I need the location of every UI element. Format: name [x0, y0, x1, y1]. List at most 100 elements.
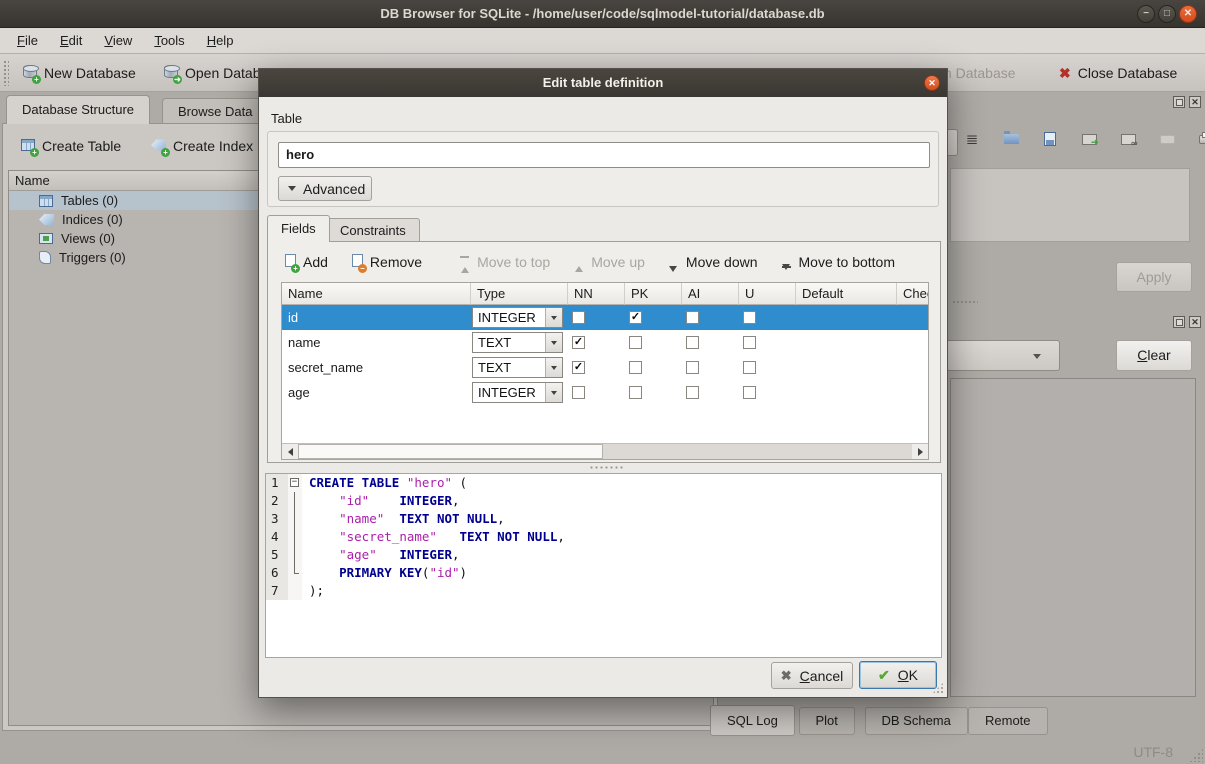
- new-database-button[interactable]: + New Database: [14, 58, 145, 88]
- dialog-close-button[interactable]: ✕: [924, 75, 940, 91]
- dock-close-icon[interactable]: ✕: [1189, 316, 1201, 328]
- toolbar-drag-handle[interactable]: [3, 60, 9, 86]
- field-name[interactable]: id: [282, 305, 471, 330]
- column-header-u[interactable]: U: [739, 283, 796, 305]
- check-cell[interactable]: [897, 330, 929, 355]
- u-checkbox[interactable]: [743, 336, 756, 349]
- ai-checkbox[interactable]: [686, 386, 699, 399]
- scroll-right-icon[interactable]: [912, 444, 928, 459]
- default-cell[interactable]: [796, 330, 897, 355]
- menu-view[interactable]: View: [93, 28, 143, 53]
- field-name[interactable]: secret_name: [282, 355, 471, 380]
- pk-checkbox[interactable]: [629, 336, 642, 349]
- move-to-bottom-button[interactable]: Move to bottom: [775, 254, 903, 270]
- chevron-down-icon[interactable]: [545, 308, 562, 327]
- field-row-secret_name[interactable]: secret_nameTEXT ✓: [282, 355, 928, 380]
- add-field-button[interactable]: + Add: [278, 254, 335, 270]
- fold-marker-icon[interactable]: −: [290, 478, 299, 487]
- field-name[interactable]: age: [282, 380, 471, 405]
- field-row-id[interactable]: idINTEGER ✓: [282, 305, 928, 330]
- column-header-ai[interactable]: AI: [682, 283, 739, 305]
- chevron-down-icon[interactable]: [545, 383, 562, 402]
- field-name[interactable]: name: [282, 330, 471, 355]
- scroll-left-icon[interactable]: [282, 444, 298, 459]
- close-database-button[interactable]: ✖ Close Database: [1050, 58, 1186, 88]
- pk-checkbox[interactable]: [629, 361, 642, 374]
- table-name-input[interactable]: hero: [278, 142, 930, 168]
- tab-browse-data[interactable]: Browse Data: [162, 98, 268, 124]
- remove-field-button[interactable]: − Remove: [345, 254, 429, 270]
- maximize-button[interactable]: □: [1158, 5, 1176, 23]
- bottom-tab-remote[interactable]: Remote: [968, 707, 1048, 735]
- nn-checkbox[interactable]: [572, 386, 585, 399]
- type-combobox[interactable]: INTEGER: [472, 307, 563, 328]
- type-combobox[interactable]: TEXT: [472, 332, 563, 353]
- sql-preview[interactable]: 1−CREATE TABLE "hero" (2 "id" INTEGER,3 …: [265, 473, 942, 658]
- column-header-name[interactable]: Name: [282, 283, 471, 305]
- dock-float-icon[interactable]: [1173, 316, 1185, 328]
- default-cell[interactable]: [796, 305, 897, 330]
- fields-grid-hscrollbar[interactable]: [282, 443, 928, 459]
- tab-constraints[interactable]: Constraints: [326, 218, 420, 242]
- ai-checkbox[interactable]: [686, 336, 699, 349]
- print-icon[interactable]: [1197, 130, 1205, 148]
- menu-file[interactable]: File: [6, 28, 49, 53]
- nn-checkbox[interactable]: [572, 311, 585, 324]
- pk-checkbox[interactable]: [629, 386, 642, 399]
- tab-database-structure[interactable]: Database Structure: [6, 95, 150, 124]
- bottom-tab-db-schema[interactable]: DB Schema: [865, 707, 968, 735]
- nn-checkbox[interactable]: ✓: [572, 336, 585, 349]
- check-cell[interactable]: [897, 380, 929, 405]
- create-table-button[interactable]: + Create Table: [13, 133, 129, 159]
- pk-checkbox[interactable]: ✓: [629, 311, 642, 324]
- u-checkbox[interactable]: [743, 386, 756, 399]
- u-checkbox[interactable]: [743, 311, 756, 324]
- dialog-splitter-handle[interactable]: [589, 465, 623, 470]
- bottom-tab-plot[interactable]: Plot: [799, 707, 855, 735]
- chevron-down-icon[interactable]: [545, 358, 562, 377]
- menu-help[interactable]: Help: [196, 28, 245, 53]
- field-row-age[interactable]: ageINTEGER: [282, 380, 928, 405]
- column-header-check[interactable]: Check: [897, 283, 929, 305]
- advanced-toggle-button[interactable]: Advanced: [278, 176, 372, 201]
- field-row-name[interactable]: nameTEXT ✓: [282, 330, 928, 355]
- type-combobox[interactable]: INTEGER: [472, 382, 563, 403]
- cancel-button[interactable]: ✖ Cancel: [771, 662, 853, 689]
- bottom-tab-sql-log[interactable]: SQL Log: [710, 705, 795, 736]
- menu-edit[interactable]: Edit: [49, 28, 93, 53]
- save-export-icon[interactable]: [1041, 130, 1059, 148]
- cell-editor-textarea[interactable]: [950, 168, 1190, 242]
- chevron-down-icon[interactable]: [545, 333, 562, 352]
- dock-splitter-handle[interactable]: [952, 300, 978, 304]
- move-down-button[interactable]: Move down: [662, 254, 765, 270]
- ok-button[interactable]: ✔ OK: [859, 661, 937, 689]
- column-header-default[interactable]: Default: [796, 283, 897, 305]
- column-header-type[interactable]: Type: [471, 283, 568, 305]
- column-header-pk[interactable]: PK: [625, 283, 682, 305]
- column-header-nn[interactable]: NN: [568, 283, 625, 305]
- dock-float-icon[interactable]: [1173, 96, 1185, 108]
- default-cell[interactable]: [796, 380, 897, 405]
- link-icon[interactable]: ∞: [1119, 130, 1137, 148]
- ai-checkbox[interactable]: [686, 361, 699, 374]
- clear-log-button[interactable]: Clear: [1116, 340, 1192, 371]
- minimize-button[interactable]: −: [1137, 5, 1155, 23]
- text-mode-icon[interactable]: ≣: [963, 130, 981, 148]
- dock-close-icon[interactable]: ✕: [1189, 96, 1201, 108]
- create-index-button[interactable]: + Create Index: [143, 133, 261, 159]
- u-checkbox[interactable]: [743, 361, 756, 374]
- check-cell[interactable]: [897, 305, 929, 330]
- nn-checkbox[interactable]: ✓: [572, 361, 585, 374]
- import-open-icon[interactable]: [1002, 130, 1020, 148]
- sql-log-area[interactable]: [950, 378, 1196, 697]
- close-button[interactable]: ✕: [1179, 5, 1197, 23]
- tab-fields[interactable]: Fields: [267, 215, 330, 242]
- menu-tools[interactable]: Tools: [143, 28, 195, 53]
- ai-checkbox[interactable]: [686, 311, 699, 324]
- check-cell[interactable]: [897, 355, 929, 380]
- hscrollbar-thumb[interactable]: [298, 444, 603, 459]
- type-combobox[interactable]: TEXT: [472, 357, 563, 378]
- default-cell[interactable]: [796, 355, 897, 380]
- open-in-app-icon[interactable]: ➜: [1080, 130, 1098, 148]
- window-resize-grip[interactable]: [1189, 748, 1203, 762]
